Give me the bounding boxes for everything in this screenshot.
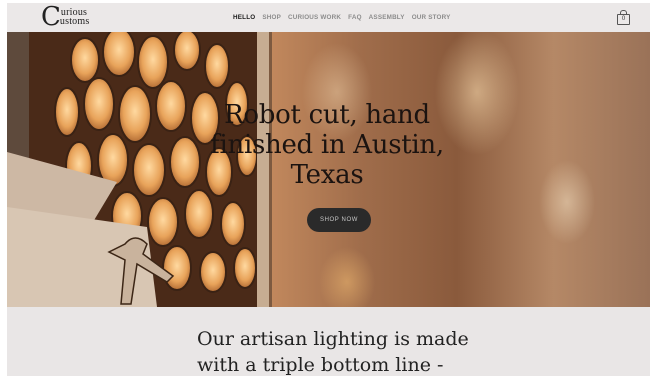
nav-item-curious-work[interactable]: CURIOUS WORK: [288, 14, 341, 21]
logo-wordmark: urious ustoms: [59, 8, 90, 27]
top-navbar: C urious ustoms HELLO SHOP CURIOUS WORK …: [7, 3, 650, 32]
hero-title-line-1: Robot cut, hand: [224, 100, 430, 130]
cart-button[interactable]: 0: [617, 10, 630, 25]
nav-item-hello[interactable]: HELLO: [233, 14, 255, 21]
hero-title: Robot cut, hand finished in Austin, Texa…: [157, 100, 497, 190]
hero-banner: Robot cut, hand finished in Austin, Texa…: [7, 32, 650, 307]
hero-title-line-2: finished in Austin,: [210, 130, 444, 160]
page-frame: C urious ustoms HELLO SHOP CURIOUS WORK …: [7, 3, 650, 376]
logo-line-2: ustoms: [59, 16, 90, 27]
nav-item-shop[interactable]: SHOP: [262, 14, 281, 21]
brand-logo[interactable]: C urious ustoms: [41, 3, 90, 32]
main-nav: HELLO SHOP CURIOUS WORK FAQ ASSEMBLY OUR…: [233, 3, 451, 32]
logo-initial: C: [41, 3, 61, 32]
intro-line-1: Our artisan lighting is made: [197, 328, 469, 350]
cart-count: 0: [617, 14, 630, 25]
hero-title-line-3: Texas: [290, 160, 364, 190]
nav-item-our-story[interactable]: OUR STORY: [412, 14, 451, 21]
shop-now-button[interactable]: SHOP NOW: [307, 208, 371, 232]
intro-text: Our artisan lighting is made with a trip…: [197, 326, 497, 376]
nav-item-assembly[interactable]: ASSEMBLY: [369, 14, 405, 21]
intro-line-2: with a triple bottom line -: [197, 354, 444, 376]
nav-item-faq[interactable]: FAQ: [348, 14, 362, 21]
